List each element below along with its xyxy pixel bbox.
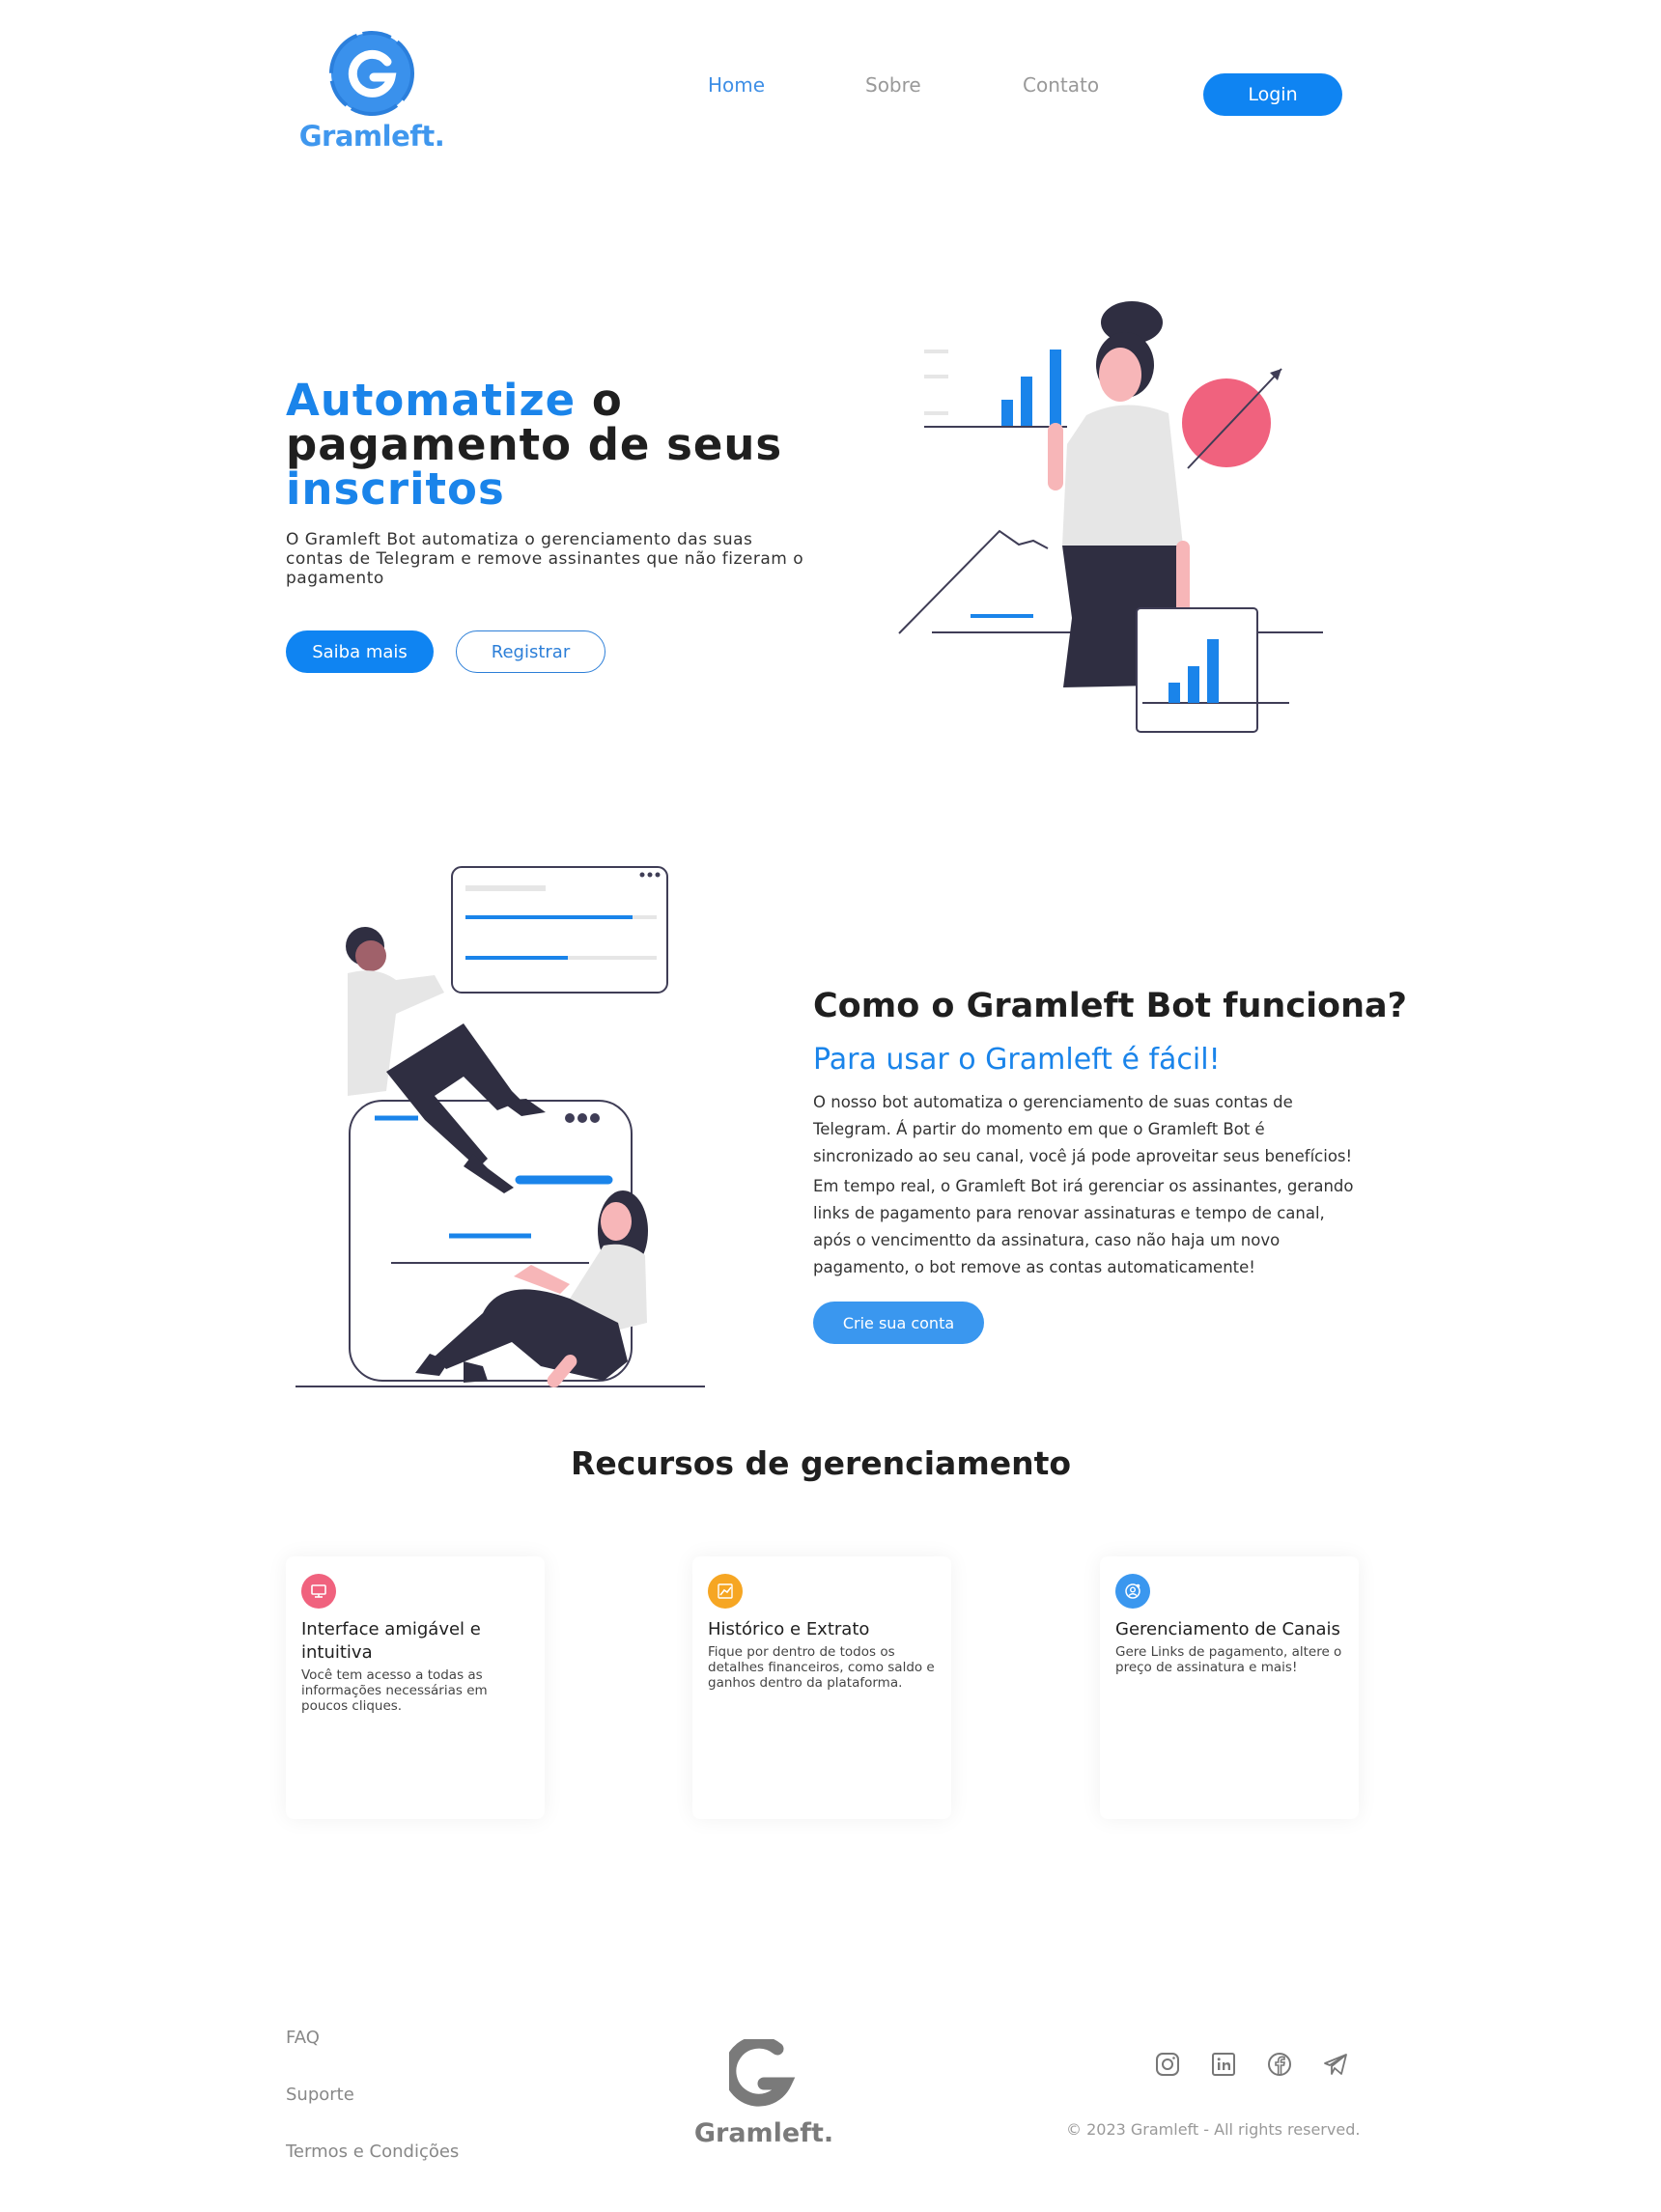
resource-card: Gerenciamento de Canais Gere Links de pa… <box>1100 1556 1359 1819</box>
facebook-icon[interactable] <box>1264 2049 1295 2080</box>
social-links <box>1152 2049 1351 2080</box>
footer-logo[interactable]: Gramleft. <box>691 2035 836 2148</box>
how-description: O nosso bot automatiza o gerenciamento d… <box>813 1089 1354 1284</box>
how-paragraph: O nosso bot automatiza o gerenciamento d… <box>813 1093 1353 1165</box>
how-illustration <box>296 866 705 1387</box>
footer-brand-name: Gramleft. <box>693 2118 834 2148</box>
card-title: Interface amigável e intuitiva <box>301 1619 481 1663</box>
resources-title: Recursos de gerenciamento <box>570 1444 1072 1482</box>
card-description: Você tem acesso a todas as informações n… <box>301 1667 488 1714</box>
nav-contato[interactable]: Contato <box>1023 73 1099 97</box>
footer-link-suporte[interactable]: Suporte <box>286 2085 354 2105</box>
hero-title: Automatize o pagamento de seus inscritos <box>286 378 827 512</box>
brand-name: Gramleft. <box>298 120 445 153</box>
how-title: Como o Gramleft Bot funciona? <box>813 987 1407 1025</box>
card-description: Gere Links de pagamento, altere o preço … <box>1115 1644 1342 1675</box>
linkedin-icon[interactable] <box>1208 2049 1239 2080</box>
card-title: Gerenciamento de Canais <box>1115 1619 1340 1639</box>
monitor-icon <box>301 1574 336 1609</box>
user-gear-icon <box>1115 1574 1150 1609</box>
saiba-mais-button[interactable]: Saiba mais <box>286 630 434 673</box>
g-logo-icon <box>723 2035 796 2107</box>
hero-description: O Gramleft Bot automatiza o gerenciament… <box>286 530 804 588</box>
how-paragraph: Em tempo real, o Gramleft Bot irá gerenc… <box>813 1177 1354 1276</box>
hero-illustration <box>898 301 1323 733</box>
instagram-icon[interactable] <box>1152 2049 1183 2080</box>
card-title: Histórico e Extrato <box>708 1619 870 1639</box>
g-logo-icon <box>329 31 414 116</box>
hero-title-highlight: inscritos <box>286 463 505 515</box>
footer-link-termos[interactable]: Termos e Condições <box>286 2142 459 2162</box>
login-button[interactable]: Login <box>1203 73 1342 116</box>
how-subtitle: Para usar o Gramleft é fácil! <box>813 1043 1221 1077</box>
create-account-button[interactable]: Crie sua conta <box>813 1302 984 1344</box>
nav-home[interactable]: Home <box>708 73 765 97</box>
chart-up-icon <box>708 1574 743 1609</box>
nav-sobre[interactable]: Sobre <box>865 73 921 97</box>
card-description: Fique por dentro de todos os detalhes fi… <box>708 1644 935 1691</box>
registrar-button[interactable]: Registrar <box>456 630 605 673</box>
telegram-icon[interactable] <box>1320 2049 1351 2080</box>
copyright: © 2023 Gramleft - All rights reserved. <box>1066 2120 1361 2139</box>
footer-link-faq[interactable]: FAQ <box>286 2028 320 2048</box>
resource-card: Histórico e Extrato Fique por dentro de … <box>692 1556 951 1819</box>
header-logo[interactable]: Gramleft. <box>290 29 454 153</box>
resource-card: Interface amigável e intuitiva Você tem … <box>286 1556 545 1819</box>
